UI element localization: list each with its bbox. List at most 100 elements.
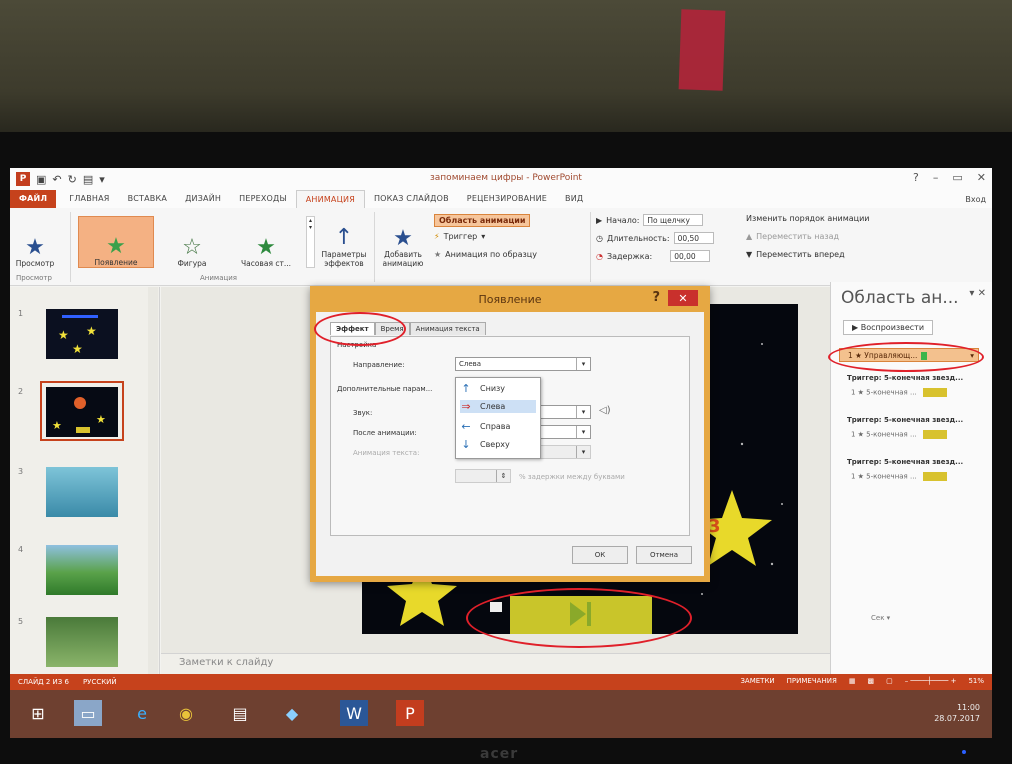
add-animation-star-icon: ★ <box>393 226 413 251</box>
customize-icon[interactable]: ▾ <box>99 173 105 186</box>
animation-item[interactable]: 1 ★ 5-конечная ... <box>851 388 947 397</box>
tab-home[interactable]: ГЛАВНАЯ <box>60 190 118 208</box>
tab-animations[interactable]: АНИМАЦИЯ <box>295 190 365 208</box>
tab-insert[interactable]: ВСТАВКА <box>119 190 176 208</box>
chevron-down-icon[interactable]: ▾ <box>576 406 590 418</box>
tab-timing[interactable]: Время <box>374 322 410 335</box>
chrome-icon[interactable]: ◉ <box>172 700 200 726</box>
svg-text:★: ★ <box>72 342 83 356</box>
chevron-down-icon[interactable]: ▾ <box>576 426 590 438</box>
folder-icon[interactable]: ▤ <box>226 700 254 726</box>
tab-effect[interactable]: Эффект <box>330 322 375 335</box>
notes-pane[interactable]: Заметки к слайду <box>161 653 831 674</box>
explorer-icon[interactable]: ▭ <box>74 700 102 726</box>
ribbon-separator <box>70 212 71 282</box>
tab-slideshow[interactable]: ПОКАЗ СЛАЙДОВ <box>365 190 458 208</box>
effect-shape[interactable]: ☆ Фигура <box>160 216 224 269</box>
comments-toggle[interactable]: ПРИМЕЧАНИЯ <box>787 677 837 685</box>
zoom-level[interactable]: 51% <box>968 677 984 685</box>
effect-options-button[interactable]: ↑ Параметры эффектов <box>318 214 370 268</box>
start-icon[interactable]: ⊞ <box>24 700 52 726</box>
effects-gallery-scroll[interactable]: ▴ ▾ <box>306 216 315 268</box>
item-dropdown-icon[interactable]: ▾ <box>970 349 978 362</box>
preview-button[interactable]: ★ Просмотр <box>14 214 56 269</box>
dialog-tabs: Эффект Время Анимация текста <box>330 322 486 335</box>
media-icon[interactable]: ◆ <box>278 700 306 726</box>
rocket-thumbnail: ★ ★ <box>52 397 106 433</box>
sound-label: Звук: <box>353 409 373 417</box>
powerpoint-icon[interactable]: P <box>396 700 424 726</box>
direction-select[interactable]: Слева ▾ <box>455 357 591 371</box>
chevron-down-icon[interactable]: ▾ <box>576 358 590 370</box>
svg-text:★: ★ <box>58 328 69 342</box>
delay-input[interactable]: 00,00 <box>670 250 711 262</box>
view-reading-icon[interactable]: ▢ <box>886 677 893 685</box>
help-button[interactable]: ? <box>913 171 919 184</box>
animation-pane-button[interactable]: Область анимации <box>434 214 531 227</box>
tab-transitions[interactable]: ПЕРЕХОДЫ <box>230 190 296 208</box>
redo-icon[interactable]: ↻ <box>68 173 77 186</box>
slide-thumbnail[interactable]: 3 <box>18 467 138 529</box>
tab-review[interactable]: РЕЦЕНЗИРОВАНИЕ <box>458 190 556 208</box>
tab-text-animation[interactable]: Анимация текста <box>409 322 486 335</box>
close-window-button[interactable]: ✕ <box>977 171 986 184</box>
thumbnail-image: ★ ★ ★ <box>46 309 118 359</box>
trigger-button[interactable]: ⚡ Триггер ▾ <box>434 232 485 241</box>
duration-input[interactable]: 00,50 <box>673 232 714 244</box>
move-earlier-button[interactable]: ▲ Переместить назад <box>746 232 839 241</box>
animation-item[interactable]: 1 ★ 5-конечная ... <box>851 472 947 481</box>
effect-wheel[interactable]: ★ Часовая ст... <box>228 216 304 269</box>
letter-delay-label: % задержки между буквами <box>519 473 625 481</box>
arrow-down-icon: ↓ <box>461 438 471 451</box>
slide-thumbnail[interactable]: 4 <box>18 545 138 607</box>
view-sorter-icon[interactable]: ▩ <box>867 677 874 685</box>
quick-access-toolbar: P ▣ ↶ ↻ ▤ ▾ <box>10 172 105 186</box>
notes-toggle[interactable]: ЗАМЕТКИ <box>740 677 774 685</box>
animation-item-selected[interactable]: 1 ★ Управляющ... ▾ <box>839 348 979 362</box>
option-from-right[interactable]: ← Справа <box>460 420 510 433</box>
play-icon: ▶ <box>852 323 859 332</box>
cancel-button[interactable]: Отмена <box>636 546 692 564</box>
option-from-left[interactable]: ⇒ Слева <box>460 400 536 413</box>
tab-design[interactable]: ДИЗАЙН <box>176 190 230 208</box>
ie-icon[interactable]: e <box>128 700 156 726</box>
slide-thumbnail[interactable]: 1 ★ ★ ★ <box>18 309 138 371</box>
arrow-up-icon: ↑ <box>461 382 471 395</box>
save-icon[interactable]: ▣ <box>36 173 46 186</box>
maximize-button[interactable]: ▭ <box>952 171 962 184</box>
present-icon[interactable]: ▤ <box>83 173 93 186</box>
ribbon: ★ Просмотр Просмотр ★ Появление ☆ Фигура… <box>10 208 992 286</box>
animation-item[interactable]: 1 ★ 5-конечная ... <box>851 430 947 439</box>
zoom-slider[interactable]: – ────┼──── + <box>905 677 957 685</box>
minimize-button[interactable]: – <box>933 171 939 184</box>
help-icon[interactable]: ? <box>652 290 660 305</box>
add-animation-button[interactable]: ★ Добавить анимацию <box>378 214 428 269</box>
language-indicator[interactable]: РУССКИЙ <box>83 678 117 686</box>
slide-thumbnail[interactable]: 2 ★ ★ <box>18 381 138 449</box>
option-from-bottom[interactable]: ↑ Снизу <box>460 382 505 395</box>
speaker-icon[interactable]: ◁) <box>599 405 611 416</box>
dialog-title-bar[interactable]: Появление <box>310 286 710 312</box>
slide-thumbnail[interactable]: 5 <box>18 617 138 679</box>
animation-painter-button[interactable]: ★ Анимация по образцу <box>434 250 537 259</box>
letter-delay-spinner: ⇕ <box>455 469 511 483</box>
effect-appear[interactable]: ★ Появление <box>78 216 154 268</box>
dialog-close-button[interactable]: ✕ <box>668 290 698 306</box>
play-button[interactable]: ▶ Воспроизвести <box>843 320 934 335</box>
option-from-top[interactable]: ↓ Сверху <box>460 438 509 451</box>
tab-file[interactable]: ФАЙЛ <box>10 190 57 208</box>
word-icon[interactable]: W <box>340 700 368 726</box>
undo-icon[interactable]: ↶ <box>52 173 61 186</box>
timeline-scale[interactable]: Сек ▾ <box>871 614 890 622</box>
sign-in-link[interactable]: Вход <box>965 195 992 204</box>
start-select[interactable]: По щелчку <box>643 214 704 226</box>
tab-view[interactable]: ВИД <box>556 190 592 208</box>
after-animation-label: После анимации: <box>353 429 417 437</box>
move-later-button[interactable]: ▼ Переместить вперед <box>746 250 845 259</box>
window-controls: ? – ▭ ✕ <box>913 171 986 184</box>
close-pane-icon[interactable]: ▾ ✕ <box>969 288 986 299</box>
arrow-left-icon: ← <box>461 420 471 433</box>
view-normal-icon[interactable]: ▦ <box>849 677 856 685</box>
ok-button[interactable]: ОК <box>572 546 628 564</box>
thumbnails-scrollbar[interactable] <box>148 287 158 674</box>
